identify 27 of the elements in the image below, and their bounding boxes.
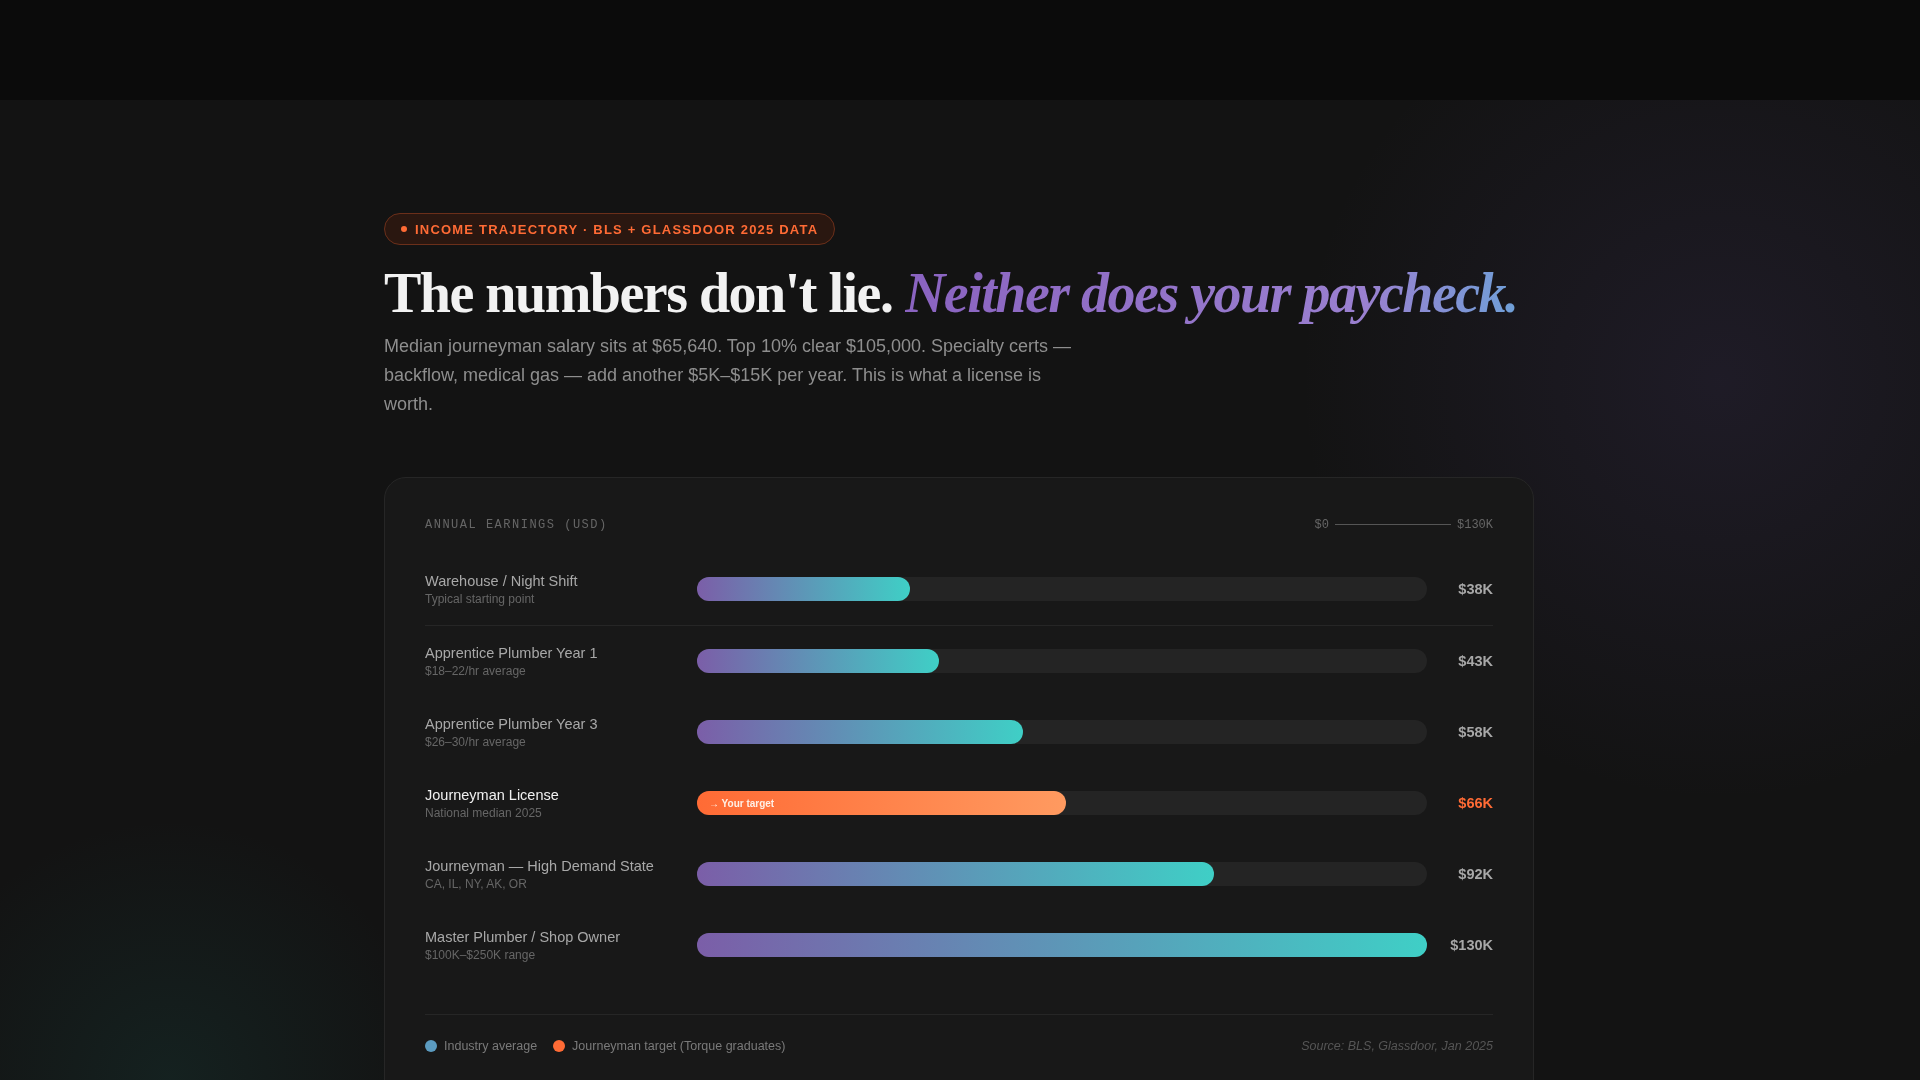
- legend-label: Industry average: [444, 1038, 538, 1053]
- row-label: Apprentice Plumber Year 1: [425, 644, 599, 661]
- row-sublabel: National median 2025: [425, 805, 543, 820]
- row-label: Master Plumber / Shop Owner: [425, 928, 622, 945]
- scale-label: $0: [1314, 517, 1329, 532]
- bar-label: → Your target: [708, 797, 775, 809]
- row-sublabel: CA, IL, NY, AK, OR: [425, 876, 528, 891]
- row-value: $43K: [1457, 653, 1493, 670]
- source-note: Source: BLS, Glassdoor, Jan 2025: [1301, 1038, 1493, 1053]
- row-label: Journeyman — High Demand State: [425, 857, 655, 874]
- row-sublabel: $26–30/hr average: [425, 734, 527, 749]
- row-label: Warehouse / Night Shift: [425, 572, 579, 589]
- row-value: $130K: [1449, 937, 1493, 954]
- row-value: $58K: [1457, 724, 1493, 741]
- row-sublabel: $100K–$250K range: [425, 947, 537, 962]
- row-sublabel: $18–22/hr average: [425, 663, 527, 678]
- row-value: $66K: [1457, 795, 1493, 812]
- scale-label: $130K: [1457, 517, 1493, 532]
- card-title: ANNUAL EARNINGS (USD): [425, 517, 608, 532]
- row-value: $92K: [1457, 866, 1493, 883]
- row-label: Journeyman License: [425, 786, 560, 803]
- row-sublabel: Typical starting point: [425, 591, 536, 606]
- section-badge: INCOME TRAJECTORY · BLS + GLASSDOOR 2025 DATA: [384, 213, 836, 245]
- legend-label: Journeyman target (Torque graduates): [572, 1038, 786, 1053]
- intro-paragraph: Median journeyman salary sits at $65,640. Top 10% clear $105,000. Specialty certs — backflow, medical gas — add another $5K–$15K per year. This is what a license is worth.: [384, 334, 1073, 416]
- row-label: Apprentice Plumber Year 3: [425, 715, 599, 732]
- row-value: $38K: [1457, 581, 1493, 598]
